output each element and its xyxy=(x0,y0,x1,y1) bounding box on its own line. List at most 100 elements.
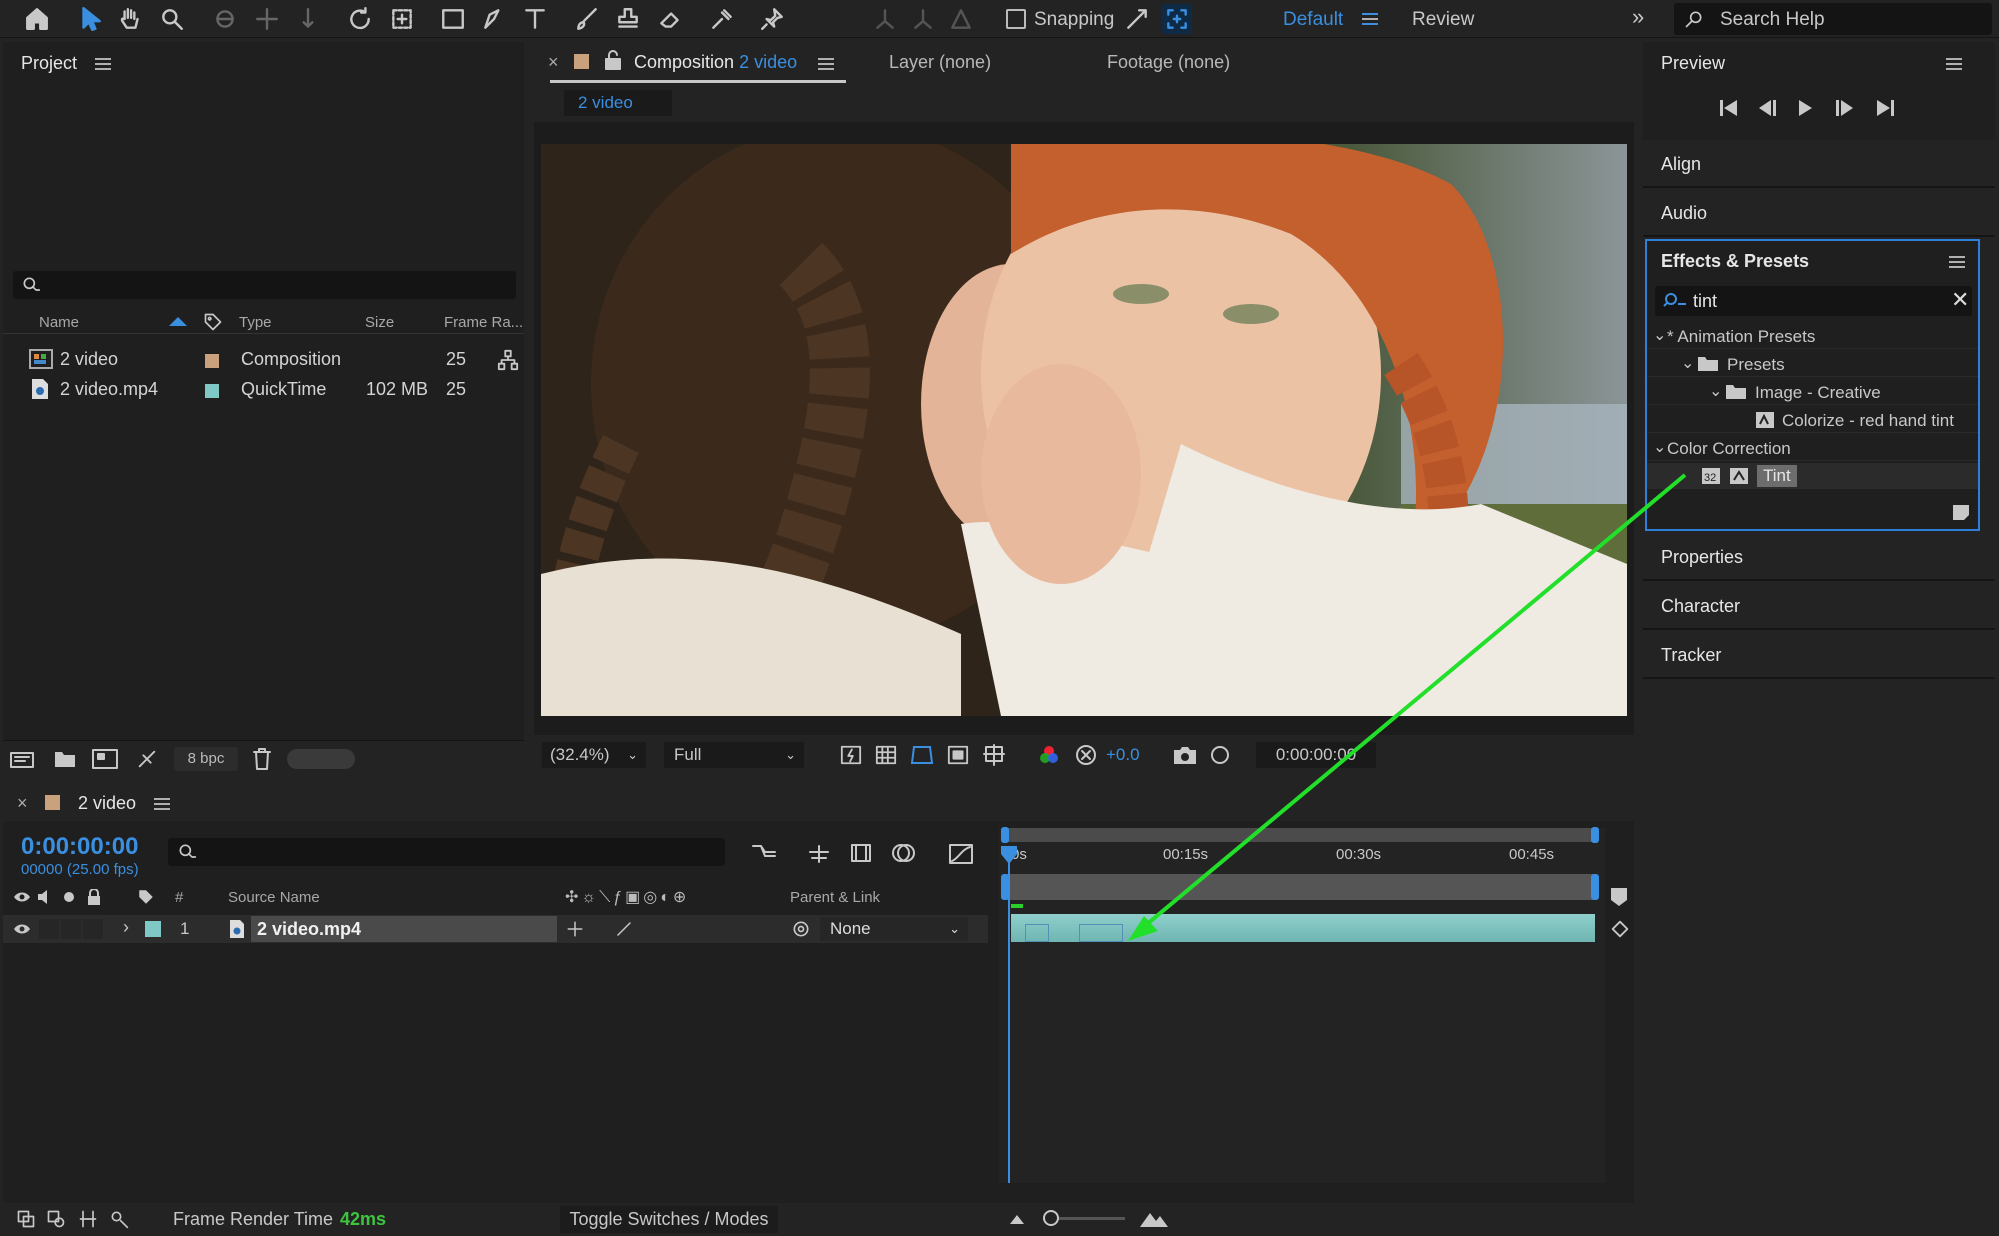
work-area-end[interactable] xyxy=(1591,827,1599,843)
lock-icon[interactable] xyxy=(87,889,101,905)
rotation-tool-icon[interactable] xyxy=(345,4,375,34)
effects-search-input[interactable]: tint ✕ xyxy=(1655,286,1972,316)
snap-edges-icon[interactable] xyxy=(1122,4,1152,34)
mask-visibility-icon[interactable] xyxy=(909,743,935,767)
composition-subtab[interactable]: 2 video xyxy=(564,90,672,116)
properties-panel-tab[interactable]: Properties xyxy=(1643,534,1995,581)
snapping-checkbox[interactable] xyxy=(1006,9,1026,29)
timeline-search-input[interactable] xyxy=(168,838,725,866)
tracker-panel-tab[interactable]: Tracker xyxy=(1643,632,1995,679)
audio-panel-tab[interactable]: Audio xyxy=(1643,190,1995,237)
zoom-tool-icon[interactable] xyxy=(157,4,187,34)
home-icon[interactable] xyxy=(22,4,52,34)
thumbnail-slider[interactable] xyxy=(287,749,355,769)
grid-guides-icon[interactable] xyxy=(982,743,1006,767)
comp-button-icon[interactable] xyxy=(1609,918,1631,940)
draft-3d-icon[interactable] xyxy=(806,842,832,864)
composition-menu-icon[interactable] xyxy=(818,58,834,70)
snap-features-icon[interactable] xyxy=(1162,4,1192,34)
tree-colorize-preset[interactable]: Colorize - red hand tint xyxy=(1647,407,1978,433)
new-folder-icon[interactable] xyxy=(53,749,77,769)
roto-brush-tool-icon[interactable] xyxy=(707,4,737,34)
column-size[interactable]: Size xyxy=(365,314,394,331)
current-time-field[interactable]: 0:00:00:00 xyxy=(1256,742,1376,768)
quality-switch-icon[interactable] xyxy=(615,920,633,938)
anchor-point-tool-icon[interactable] xyxy=(387,4,417,34)
layer-duration-bar[interactable] xyxy=(1011,914,1595,942)
column-name[interactable]: Name xyxy=(39,314,79,331)
type-tool-icon[interactable] xyxy=(520,4,550,34)
toggle-switches-modes-button[interactable]: Toggle Switches / Modes xyxy=(560,1206,778,1233)
workspace-default[interactable]: Default xyxy=(1283,9,1343,31)
region-of-interest-icon[interactable] xyxy=(946,744,970,766)
in-out-pane-icon[interactable] xyxy=(77,1209,99,1229)
bit-depth-button[interactable]: 8 bpc xyxy=(174,747,238,771)
layer-name-field[interactable]: 2 video.mp4 xyxy=(251,916,557,942)
snapshot-camera-icon[interactable] xyxy=(1172,743,1198,767)
zoom-out-mountain-icon[interactable] xyxy=(1009,1211,1025,1225)
reset-exposure-icon[interactable] xyxy=(1074,743,1098,767)
tree-image-creative[interactable]: ⌄ Image - Creative xyxy=(1647,379,1978,405)
interpret-footage-icon[interactable] xyxy=(9,748,35,770)
column-source-name[interactable]: Source Name xyxy=(228,889,320,906)
label-tag-icon[interactable] xyxy=(136,888,156,906)
new-preset-icon[interactable] xyxy=(1951,503,1971,521)
timeline-comp-name[interactable]: 2 video xyxy=(78,793,136,814)
layer-visibility-eye-icon[interactable] xyxy=(13,922,31,936)
graph-editor-icon[interactable] xyxy=(948,841,974,865)
close-tab-icon[interactable]: × xyxy=(17,793,28,814)
magnification-dropdown[interactable]: (32.4%) ⌄ xyxy=(542,742,646,768)
solo-toggle[interactable] xyxy=(61,919,81,939)
first-frame-icon[interactable] xyxy=(1717,98,1741,118)
clear-search-icon[interactable]: ✕ xyxy=(1951,287,1969,313)
channel-rgb-icon[interactable] xyxy=(1037,743,1061,767)
navigator-end[interactable] xyxy=(1591,874,1599,900)
tree-tint-effect[interactable]: 32 Tint xyxy=(1647,463,1978,489)
rectangle-tool-icon[interactable] xyxy=(438,4,468,34)
label-color-swatch[interactable] xyxy=(205,384,219,398)
show-snapshot-icon[interactable] xyxy=(1208,743,1232,767)
fast-previews-icon[interactable] xyxy=(839,744,863,766)
dynamic-link-icon[interactable] xyxy=(135,748,159,770)
expand-layer-chevron[interactable]: › xyxy=(123,917,129,938)
column-frame-rate[interactable]: Frame Ra... xyxy=(444,314,523,331)
timeline-current-time[interactable]: 0:00:00:00 xyxy=(21,833,138,861)
parent-dropdown[interactable]: None ⌄ xyxy=(820,917,968,941)
character-panel-tab[interactable]: Character xyxy=(1643,583,1995,630)
tree-presets[interactable]: ⌄ Presets xyxy=(1647,351,1978,377)
timeline-menu-icon[interactable] xyxy=(154,798,170,810)
trash-icon[interactable] xyxy=(251,747,273,771)
audio-toggle[interactable] xyxy=(39,919,59,939)
project-item-composition[interactable]: 2 video Composition 25 xyxy=(3,346,524,374)
last-frame-icon[interactable] xyxy=(1873,98,1897,118)
transfer-controls-pane-icon[interactable] xyxy=(45,1209,67,1229)
dolly-camera-icon[interactable] xyxy=(293,4,323,34)
resolution-dropdown[interactable]: Full ⌄ xyxy=(664,742,804,768)
selection-tool-icon[interactable] xyxy=(75,4,105,34)
work-area-bar[interactable] xyxy=(1001,827,1599,843)
video-eye-icon[interactable] xyxy=(13,890,31,904)
close-tab-icon[interactable]: × xyxy=(548,52,559,73)
transparency-grid-icon[interactable] xyxy=(874,744,898,766)
brush-tool-icon[interactable] xyxy=(572,4,602,34)
pen-tool-icon[interactable] xyxy=(479,4,509,34)
pick-whip-icon[interactable] xyxy=(791,919,811,939)
comp-marker-bin-icon[interactable] xyxy=(1610,887,1628,907)
workspace-menu-icon[interactable] xyxy=(1362,13,1378,25)
label-tag-icon[interactable] xyxy=(203,312,223,332)
frame-blending-icon[interactable] xyxy=(849,842,873,864)
previous-frame-icon[interactable] xyxy=(1755,98,1779,118)
sort-ascending-icon[interactable] xyxy=(169,317,187,326)
clone-stamp-tool-icon[interactable] xyxy=(613,4,643,34)
next-frame-icon[interactable] xyxy=(1833,98,1857,118)
more-workspaces-icon[interactable]: » xyxy=(1632,4,1644,30)
column-parent-link[interactable]: Parent & Link xyxy=(790,889,880,906)
eraser-tool-icon[interactable] xyxy=(655,4,685,34)
tab-footage[interactable]: Footage (none) xyxy=(1107,52,1230,73)
composition-image[interactable] xyxy=(541,144,1627,716)
axis-view-icon[interactable] xyxy=(946,4,976,34)
solo-icon[interactable] xyxy=(64,892,74,902)
pan-camera-icon[interactable] xyxy=(252,4,282,34)
layer-switches-pane-icon[interactable] xyxy=(15,1209,37,1229)
search-help-field[interactable]: Search Help xyxy=(1674,3,1992,35)
